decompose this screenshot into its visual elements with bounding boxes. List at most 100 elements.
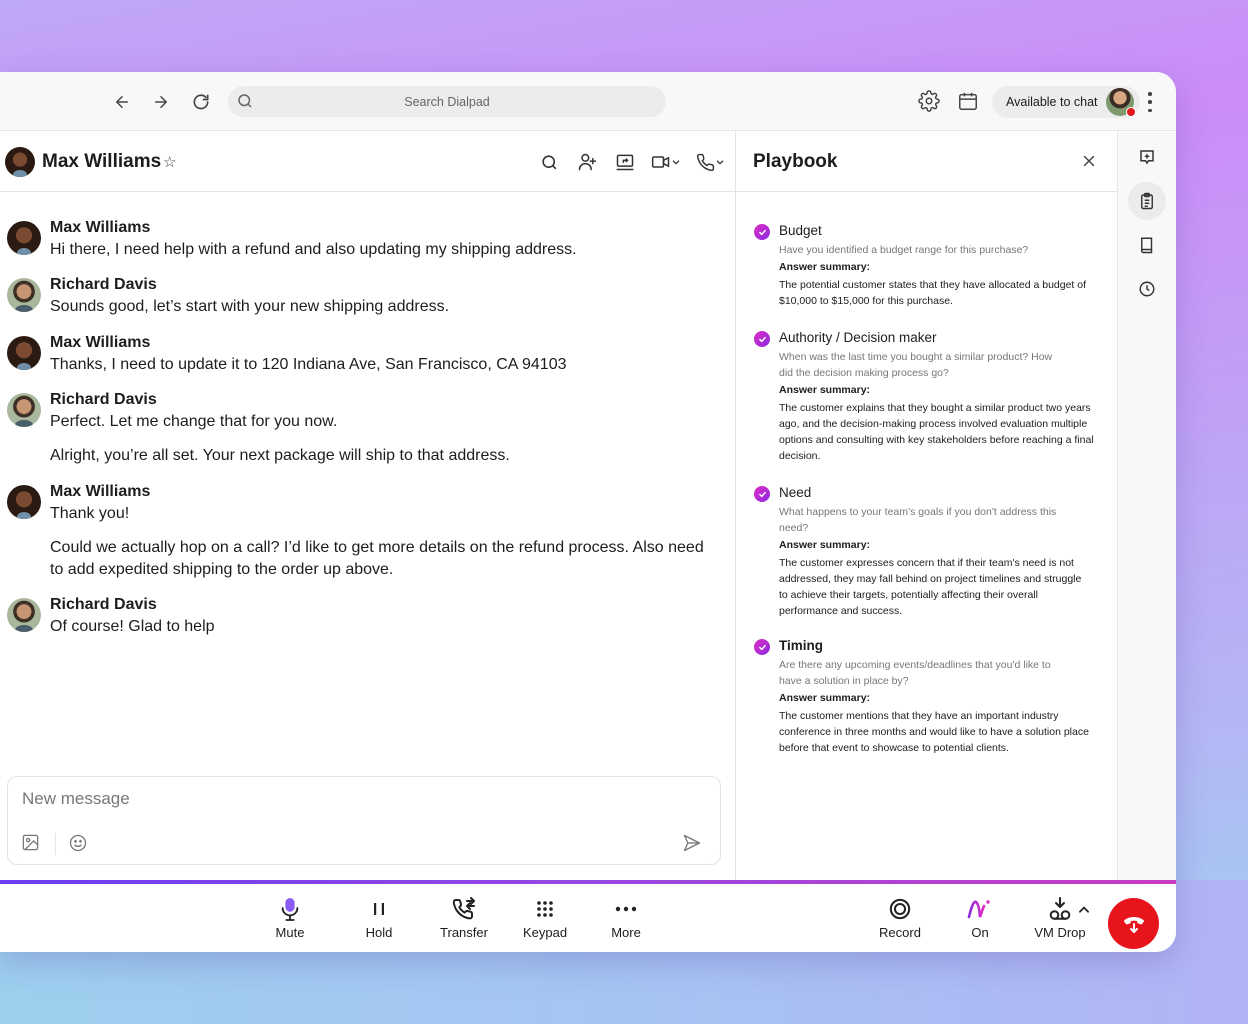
keypad-button[interactable]: Keypad <box>510 896 580 940</box>
check-circle-icon <box>754 224 770 240</box>
search-conversation-button[interactable] <box>540 152 559 172</box>
refresh-button[interactable] <box>189 90 213 114</box>
pause-icon <box>374 903 384 915</box>
answer-summary-text: The customer expresses concern that if t… <box>779 557 1082 617</box>
sender-name: Max Williams <box>50 334 151 351</box>
right-rail <box>1117 132 1176 880</box>
status-dot <box>1126 107 1136 117</box>
answer-summary-label: Answer summary: <box>779 692 871 704</box>
answer-summary-text: The customer mentions that they have an … <box>779 710 1089 754</box>
hold-label: Hold <box>365 925 393 940</box>
mute-button[interactable]: Mute <box>255 896 325 940</box>
ai-toggle-label: On <box>971 925 989 940</box>
send-button[interactable] <box>682 833 702 853</box>
phone-transfer-icon <box>452 897 475 920</box>
contact-name[interactable]: Max Williams <box>42 151 161 173</box>
chevron-down-icon <box>716 160 724 165</box>
screen-share-button[interactable] <box>615 152 635 172</box>
hold-button[interactable]: Hold <box>344 896 414 940</box>
playbook-item-title: Need <box>779 485 812 500</box>
mute-label: Mute <box>275 925 305 940</box>
message-text: Sounds good, let’s start with your new s… <box>50 298 450 315</box>
message-text: Could we actually hop on a call? I’d lik… <box>50 539 704 578</box>
contact-avatar[interactable] <box>5 147 35 177</box>
hang-up-icon <box>1123 916 1144 933</box>
user-avatar[interactable] <box>1106 88 1136 117</box>
answer-summary-text: The customer explains that they bought a… <box>779 402 1094 462</box>
sender-name: Richard Davis <box>50 391 157 408</box>
playbook-item-title: Budget <box>779 223 822 238</box>
chat-header: Max Williams ☆ <box>0 132 735 192</box>
image-icon <box>22 834 39 851</box>
keypad-label: Keypad <box>522 925 568 940</box>
sender-avatar <box>7 485 41 519</box>
record-button[interactable]: Record <box>865 896 935 940</box>
playbook-title: Playbook <box>753 151 838 172</box>
search-input[interactable] <box>228 86 666 117</box>
sender-avatar <box>7 221 41 255</box>
add-person-icon <box>578 153 597 171</box>
rail-ai-notes-button[interactable] <box>1128 138 1166 176</box>
top-toolbar: Available to chat <box>0 72 1176 131</box>
add-person-button[interactable] <box>577 152 597 172</box>
playbook-panel: Playbook Budget Have you identified a bu… <box>736 132 1117 880</box>
playbook-item-title: Timing <box>779 638 824 653</box>
phone-call-button[interactable] <box>696 152 725 172</box>
transfer-label: Transfer <box>440 925 488 940</box>
close-playbook-button[interactable] <box>1080 152 1098 170</box>
status-label: Available to chat <box>1006 95 1098 109</box>
emoji-icon <box>69 834 87 852</box>
status-selector[interactable]: Available to chat <box>992 86 1140 118</box>
answer-summary-text: The potential customer states that they … <box>779 279 1087 307</box>
rail-history-button[interactable] <box>1128 270 1166 308</box>
call-controls: Mute Hold Transfer Keypad More Record On <box>0 884 1176 952</box>
vm-drop-options-button[interactable] <box>1077 903 1091 917</box>
book-icon <box>1141 237 1153 254</box>
forward-button[interactable] <box>149 90 173 114</box>
playbook-item-question: Have you identified a budget range for t… <box>779 244 1029 256</box>
ai-note-icon <box>1140 150 1154 165</box>
ai-toggle-button[interactable]: On <box>945 896 1015 940</box>
playbook-item-question: Are there any upcoming events/deadlines … <box>779 659 1051 687</box>
screen-share-icon <box>616 154 634 171</box>
back-button[interactable] <box>110 90 134 114</box>
more-icon <box>615 906 637 912</box>
attach-image-button[interactable] <box>21 833 41 853</box>
video-call-button[interactable] <box>651 152 681 172</box>
settings-button[interactable] <box>918 90 940 112</box>
calendar-icon <box>959 92 977 110</box>
sender-name: Max Williams <box>50 219 151 236</box>
send-icon <box>683 834 701 852</box>
sender-name: Richard Davis <box>50 596 157 613</box>
playbook-item-question: What happens to your team’s goals if you… <box>779 506 1057 534</box>
arrow-right-icon <box>155 96 167 108</box>
chevron-down-icon <box>672 160 680 165</box>
sender-avatar <box>7 393 41 427</box>
search-icon <box>542 154 557 169</box>
voicemail-drop-icon <box>1049 897 1071 920</box>
video-icon <box>651 156 670 168</box>
sender-avatar <box>7 278 41 312</box>
check-circle-icon <box>754 331 770 347</box>
search-bar[interactable] <box>228 86 666 117</box>
emoji-button[interactable] <box>68 833 88 853</box>
playbook-header: Playbook <box>736 132 1117 192</box>
rail-playbook-button[interactable] <box>1128 182 1166 220</box>
more-button[interactable]: More <box>591 896 661 940</box>
message-text: Hi there, I need help with a refund and … <box>50 241 577 258</box>
keypad-icon <box>537 901 553 917</box>
more-menu-button[interactable] <box>1143 92 1157 112</box>
transfer-button[interactable]: Transfer <box>429 896 499 940</box>
message-input[interactable] <box>22 787 672 811</box>
message-text: Perfect. Let me change that for you now. <box>50 413 338 430</box>
microphone-icon <box>281 898 299 921</box>
star-icon[interactable]: ☆ <box>163 153 176 171</box>
check-circle-icon <box>754 639 770 655</box>
calendar-button[interactable] <box>957 90 979 112</box>
sender-name: Richard Davis <box>50 276 157 293</box>
hang-up-button[interactable] <box>1108 898 1159 949</box>
sender-avatar <box>7 598 41 632</box>
record-label: Record <box>879 925 921 940</box>
gear-icon <box>918 90 940 112</box>
rail-knowledge-button[interactable] <box>1128 226 1166 264</box>
